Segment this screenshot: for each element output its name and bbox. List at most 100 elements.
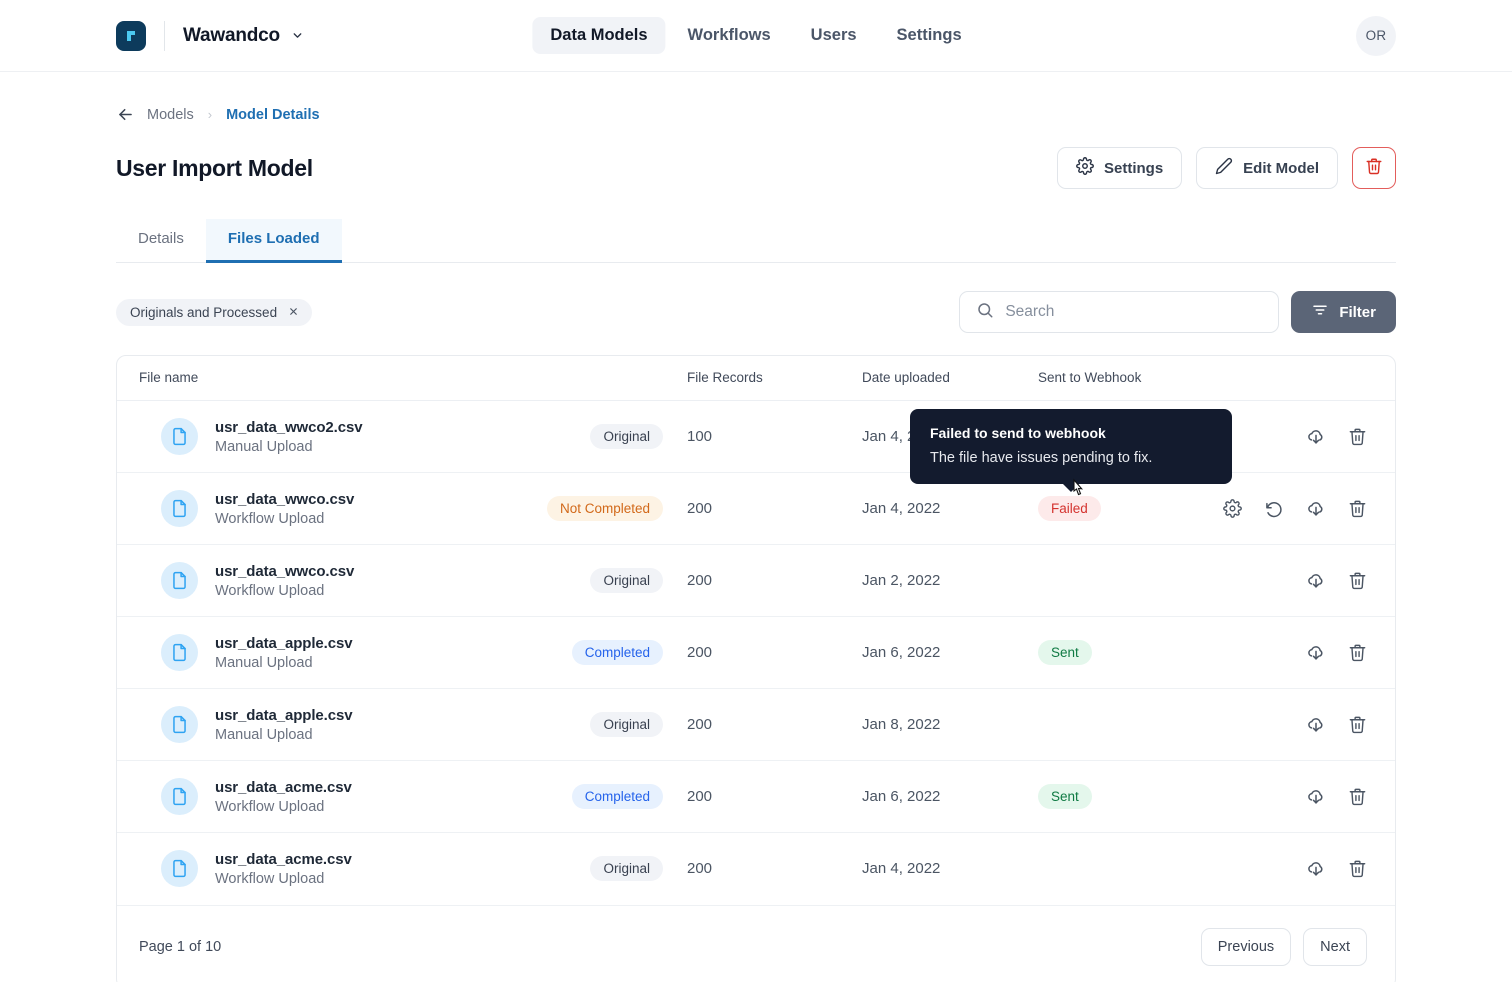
tab-files-loaded[interactable]: Files Loaded (205, 219, 342, 263)
cell-row-actions (1218, 688, 1395, 761)
header-actions: Settings Edit Model (1056, 147, 1396, 189)
settings-button[interactable]: Settings (1056, 147, 1183, 189)
title-row: User Import Model Settings Edit Model (116, 147, 1396, 189)
nav-item-settings[interactable]: Settings (879, 17, 980, 54)
table-row[interactable]: usr_data_acme.csv Workflow Upload Comple… (117, 760, 1395, 833)
trash-icon[interactable] (1348, 859, 1367, 878)
cell-sent-to-webhook: Sent (1038, 616, 1218, 689)
filter-button[interactable]: Filter (1291, 291, 1396, 333)
next-page-button[interactable]: Next (1303, 927, 1367, 966)
download-icon[interactable] (1306, 859, 1326, 879)
download-icon[interactable] (1306, 643, 1326, 663)
file-name-text: usr_data_wwco2.csv (215, 418, 363, 436)
cell-row-actions (1218, 472, 1395, 545)
column-header-date-uploaded: Date uploaded (862, 356, 1038, 401)
column-header-file-name: File name (117, 356, 687, 401)
tooltip-body: The file have issues pending to fix. (930, 450, 1153, 466)
tooltip-title: Failed to send to webhook (930, 425, 1106, 441)
cell-date-uploaded: Jan 8, 2022 (862, 688, 1038, 761)
column-header-actions (1218, 356, 1395, 401)
search-box[interactable] (959, 291, 1280, 333)
wawandco-logo-icon (116, 20, 146, 51)
page-info: Page 1 of 10 (139, 938, 222, 955)
cell-file-name: usr_data_acme.csv Workflow Upload Origin… (117, 833, 687, 905)
upload-type-text: Manual Upload (215, 654, 313, 671)
table-row[interactable]: usr_data_apple.csv Manual Upload Origina… (117, 688, 1395, 761)
download-icon[interactable] (1306, 499, 1326, 519)
download-icon[interactable] (1306, 427, 1326, 447)
previous-page-button[interactable]: Previous (1200, 927, 1292, 966)
trash-icon (1365, 157, 1383, 179)
filter-bar: Originals and Processed Filter (116, 291, 1396, 333)
edit-model-button[interactable]: Edit Model (1196, 147, 1338, 189)
download-icon[interactable] (1306, 571, 1326, 591)
trash-icon[interactable] (1348, 643, 1367, 662)
retry-icon[interactable] (1264, 499, 1284, 519)
file-icon (161, 562, 198, 599)
file-status-badge: Not Completed (546, 496, 663, 521)
file-status-badge: Original (590, 424, 663, 449)
file-icon (161, 418, 198, 455)
active-filter-chip[interactable]: Originals and Processed (116, 298, 313, 326)
cell-row-actions (1218, 616, 1395, 689)
breadcrumb-model-details[interactable]: Model Details (226, 107, 319, 123)
arrow-left-icon[interactable] (116, 105, 135, 124)
cell-file-name: usr_data_wwco2.csv Manual Upload Origina… (117, 400, 687, 473)
trash-icon[interactable] (1348, 787, 1367, 806)
file-status-badge: Completed (571, 640, 663, 665)
file-name-text: usr_data_apple.csv (215, 634, 353, 652)
table-row[interactable]: usr_data_apple.csv Manual Upload Complet… (117, 616, 1395, 689)
close-icon[interactable] (288, 306, 299, 319)
upload-type-text: Workflow Upload (215, 870, 325, 887)
table-footer: Page 1 of 10 Previous Next (117, 904, 1395, 982)
tab-bar: Details Files Loaded (116, 219, 1396, 263)
cell-file-name: usr_data_apple.csv Manual Upload Origina… (117, 688, 687, 761)
active-filter-chip-label: Originals and Processed (130, 304, 278, 320)
trash-icon[interactable] (1348, 571, 1367, 590)
cell-file-name: usr_data_apple.csv Manual Upload Complet… (117, 616, 687, 689)
download-icon[interactable] (1306, 787, 1326, 807)
gear-icon[interactable] (1223, 499, 1242, 518)
webhook-status-badge[interactable]: Sent (1038, 784, 1092, 809)
cell-file-name: usr_data_wwco.csv Workflow Upload Not Co… (117, 472, 687, 545)
webhook-status-badge[interactable]: Sent (1038, 640, 1092, 665)
settings-button-label: Settings (1103, 159, 1164, 177)
search-input[interactable] (1005, 303, 1263, 321)
file-name-text: usr_data_acme.csv (215, 850, 352, 868)
cell-file-records: 200 (687, 544, 862, 617)
cell-file-name: usr_data_wwco.csv Workflow Upload Origin… (117, 544, 687, 617)
nav-item-data-models[interactable]: Data Models (532, 17, 666, 54)
cell-file-records: 200 (687, 860, 713, 878)
mouse-cursor (1068, 478, 1090, 509)
trash-icon[interactable] (1348, 499, 1367, 518)
nav-item-users[interactable]: Users (793, 17, 875, 54)
cell-sent-to-webhook (1038, 688, 1218, 761)
nav-item-workflows[interactable]: Workflows (670, 17, 789, 54)
delete-model-button[interactable] (1352, 147, 1396, 189)
pencil-icon (1215, 157, 1233, 179)
brand-name: Wawandco (183, 24, 280, 46)
cell-file-records: 100 (687, 400, 862, 473)
file-icon (161, 634, 198, 671)
trash-icon[interactable] (1348, 427, 1367, 446)
breadcrumb-models[interactable]: Models (147, 107, 194, 123)
tab-details[interactable]: Details (116, 219, 206, 263)
page-content: Models › Model Details User Import Model… (0, 72, 1512, 982)
pagination-buttons: Previous Next (1200, 927, 1367, 966)
cell-file-records: 200 (687, 472, 862, 545)
upload-type-text: Workflow Upload (215, 798, 325, 815)
table-row[interactable]: usr_data_wwco.csv Workflow Upload Origin… (117, 544, 1395, 617)
avatar[interactable]: OR (1356, 15, 1396, 56)
gear-icon (1076, 157, 1094, 179)
upload-type-text: Workflow Upload (215, 510, 325, 527)
chevron-down-icon[interactable] (291, 29, 304, 42)
trash-icon[interactable] (1348, 715, 1367, 734)
upload-type-text: Manual Upload (215, 726, 313, 743)
column-header-file-records: File Records (687, 356, 862, 401)
download-icon[interactable] (1306, 715, 1326, 735)
brand-area[interactable]: Wawandco (116, 20, 304, 51)
table-row[interactable]: usr_data_acme.csv Workflow Upload Origin… (117, 833, 1395, 905)
webhook-failure-tooltip: Failed to send to webhook The file have … (910, 409, 1232, 492)
cell-date-uploaded: Jan 6, 2022 (862, 760, 1038, 833)
main-nav-links: Data Models Workflows Users Settings (532, 17, 979, 54)
